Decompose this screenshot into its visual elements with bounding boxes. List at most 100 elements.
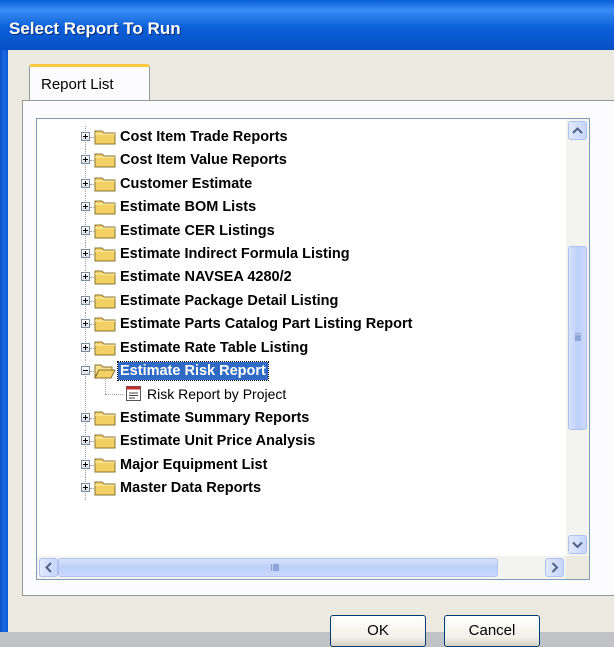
expand-icon[interactable]	[81, 178, 90, 188]
horizontal-scroll-thumb[interactable]	[58, 558, 498, 577]
folder-icon	[94, 341, 116, 356]
report-tree-list: Cost Item Trade Reports Cost Item Value R…	[37, 119, 566, 556]
folder-icon-wrap	[94, 409, 116, 426]
tree-item[interactable]: Estimate Parts Catalog Part Listing Repo…	[37, 313, 566, 337]
collapse-icon[interactable]	[81, 366, 90, 375]
expand-icon[interactable]	[81, 483, 90, 492]
folder-open-icon	[94, 364, 116, 379]
scroll-up-button[interactable]	[568, 121, 587, 140]
grip-icon	[271, 564, 273, 571]
folder-icon-wrap	[94, 479, 116, 496]
scrollbar-corner	[566, 556, 589, 579]
horizontal-scrollbar[interactable]	[37, 556, 566, 579]
folder-icon-wrap	[94, 151, 116, 168]
tree-item-label: Estimate Unit Price Analysis	[120, 433, 316, 450]
tree-item-label: Cost Item Trade Reports	[120, 129, 288, 145]
expand-icon[interactable]	[81, 249, 90, 258]
tree-item[interactable]: Cost Item Value Reports	[37, 149, 566, 173]
ok-button[interactable]: OK	[330, 615, 426, 647]
tree-item-label: Estimate Risk Report	[117, 361, 269, 381]
folder-icon-wrap	[94, 456, 116, 473]
tree-item[interactable]: Estimate BOM Lists	[37, 196, 566, 220]
scroll-right-button[interactable]	[545, 558, 564, 577]
folder-icon-wrap	[94, 292, 116, 309]
tree-child-label: Risk Report by Project	[147, 386, 287, 403]
tree-item[interactable]: Estimate Package Detail Listing	[37, 289, 566, 313]
folder-icon	[94, 458, 116, 473]
window-title: Select Report To Run	[9, 19, 181, 38]
tree-item[interactable]: Cost Item Trade Reports	[37, 126, 566, 149]
expand-icon[interactable]	[81, 459, 90, 469]
tree-connector	[105, 379, 106, 395]
grip-icon	[575, 333, 581, 335]
tree-item[interactable]: Estimate Indirect Formula Listing	[37, 243, 566, 266]
tree-item-label: Customer Estimate	[120, 175, 253, 192]
cancel-button[interactable]: Cancel	[444, 615, 540, 647]
folder-icon	[94, 317, 116, 332]
tree-item[interactable]: Estimate CER Listings	[37, 219, 566, 243]
title-bar[interactable]: Select Report To Run	[0, 0, 614, 50]
dialog-window: Select Report To Run Report List Cost It…	[0, 0, 614, 647]
folder-icon-wrap	[94, 362, 116, 379]
folder-icon-wrap	[94, 432, 116, 449]
tree-item-label: Estimate Package Detail Listing	[120, 292, 339, 309]
expand-icon[interactable]	[81, 295, 90, 305]
tree-item[interactable]: Estimate Unit Price Analysis	[37, 430, 566, 454]
folder-icon-wrap	[94, 198, 116, 215]
folder-icon	[94, 411, 116, 426]
tree-item-label: Estimate CER Listings	[120, 222, 275, 239]
report-tree[interactable]: Cost Item Trade Reports Cost Item Value R…	[36, 118, 590, 580]
expand-icon[interactable]	[81, 436, 90, 446]
tree-item-label: Master Data Reports	[120, 480, 262, 496]
tree-item[interactable]: Estimate Summary Reports	[37, 406, 566, 430]
folder-icon	[94, 270, 116, 285]
tree-item[interactable]: Master Data Reports	[37, 477, 566, 500]
expand-icon[interactable]	[81, 342, 90, 352]
folder-icon	[94, 224, 116, 239]
dialog-client-area: Report List Cost Item Trade Reports Cost …	[8, 50, 614, 647]
tree-item-label: Estimate BOM Lists	[120, 199, 257, 216]
folder-icon	[94, 481, 116, 496]
vertical-scroll-thumb[interactable]	[568, 246, 587, 430]
tree-item[interactable]: Estimate Risk Report	[37, 360, 566, 383]
tree-item-label: Cost Item Value Reports	[120, 152, 287, 169]
scroll-down-button[interactable]	[568, 535, 587, 554]
folder-icon-wrap	[94, 315, 116, 332]
folder-icon-wrap	[94, 222, 116, 239]
tree-connector	[85, 383, 86, 407]
chevron-left-icon	[45, 562, 52, 573]
tree-item-label: Estimate Parts Catalog Part Listing Repo…	[120, 316, 413, 333]
expand-icon[interactable]	[81, 225, 90, 235]
expand-icon[interactable]	[81, 202, 90, 212]
tree-child-item[interactable]: Risk Report by Project	[37, 379, 566, 407]
tree-item-label: Major Equipment List	[120, 456, 268, 473]
tree-item[interactable]: Major Equipment List	[37, 453, 566, 477]
tree-connector	[105, 394, 123, 396]
tree-item[interactable]: Customer Estimate	[37, 172, 566, 196]
folder-icon	[94, 153, 116, 168]
tree-item-label: Estimate Rate Table Listing	[120, 339, 309, 356]
expand-icon[interactable]	[81, 132, 90, 141]
expand-icon[interactable]	[81, 272, 90, 282]
vertical-scrollbar[interactable]	[566, 119, 589, 556]
folder-icon	[94, 177, 116, 192]
tree-item-label: Estimate NAVSEA 4280/2	[120, 269, 292, 286]
folder-icon-wrap	[94, 268, 116, 285]
tab-report-list-label: Report List	[41, 76, 114, 93]
folder-icon	[94, 294, 116, 309]
chevron-up-icon	[572, 127, 583, 134]
tree-item-label: Estimate Indirect Formula Listing	[120, 246, 350, 262]
tree-item[interactable]: Estimate NAVSEA 4280/2	[37, 266, 566, 290]
expand-icon[interactable]	[81, 155, 90, 165]
folder-icon	[94, 247, 116, 262]
tab-report-list[interactable]: Report List	[29, 64, 150, 100]
tree-item[interactable]: Estimate Rate Table Listing	[37, 336, 566, 360]
expand-icon[interactable]	[81, 412, 90, 422]
report-icon	[125, 385, 142, 402]
folder-icon-wrap	[94, 175, 116, 192]
chevron-right-icon	[551, 562, 559, 573]
folder-icon-wrap	[94, 339, 116, 356]
folder-icon-wrap	[94, 128, 116, 145]
scroll-left-button[interactable]	[39, 558, 58, 577]
expand-icon[interactable]	[81, 319, 90, 329]
